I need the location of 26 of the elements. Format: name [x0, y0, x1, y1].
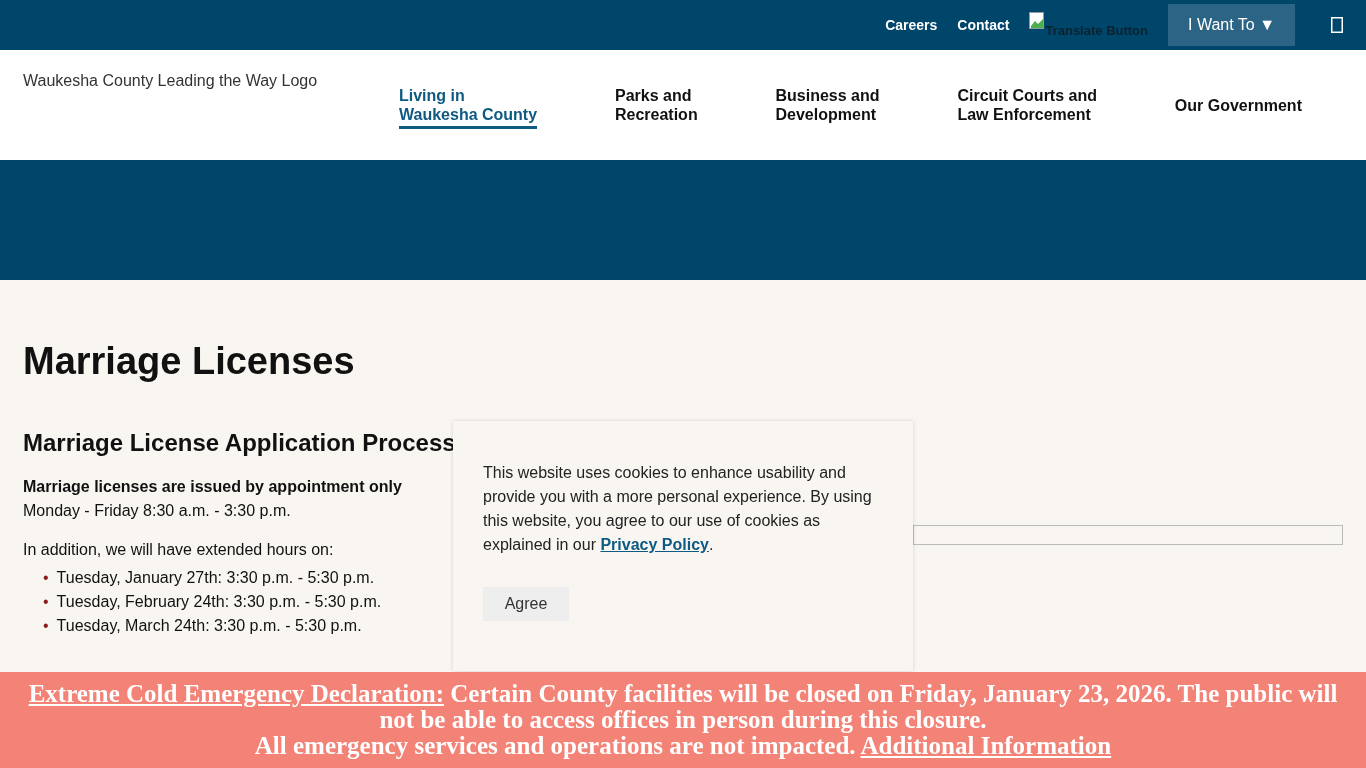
top-link[interactable]: Careers — [885, 17, 938, 33]
date-item: Tuesday, January 27th: 3:30 p.m. - 5:30 p.m. — [56, 568, 375, 588]
top-link[interactable]: Contact — [957, 17, 1010, 33]
cookie-text: This website uses cookies to enhance usability and provide you with a more personal experience. By using this website, you agree to our use of cookies as explained in our Privacy Policy. — [483, 463, 873, 555]
nav-link[interactable]: Business and Development — [775, 86, 880, 129]
intro-text: In addition, we will have extended hours on: — [23, 540, 334, 560]
broken-image-icon — [1029, 12, 1046, 30]
privacy-policy-link[interactable]: Privacy Policy — [600, 536, 709, 553]
page-title: Marriage Licenses — [23, 340, 356, 383]
bullet-marker: • — [43, 568, 49, 588]
hours-text: Monday - Friday 8:30 a.m. - 3:30 p.m. — [23, 501, 291, 521]
square-icon[interactable] — [1331, 17, 1343, 33]
nav-link[interactable]: Living in Waukesha County — [399, 86, 538, 129]
section-heading: Marriage License Application Process — [23, 429, 457, 457]
date-item: Tuesday, February 24th: 3:30 p.m. - 5:30 p.m. — [56, 592, 382, 612]
nav-link[interactable]: Parks and Recreation — [614, 86, 698, 129]
bullet-marker: • — [43, 616, 49, 636]
nav-link[interactable]: Circuit Courts and Law Enforcement — [957, 86, 1097, 129]
agree-button[interactable]: Agree — [483, 587, 569, 621]
bold-note: Marriage licenses are issued by appointment only — [23, 477, 402, 497]
logo-alt-text[interactable]: Waukesha County Leading the Way Logo — [23, 72, 377, 160]
bullet-marker: • — [43, 592, 49, 612]
date-item: Tuesday, March 24th: 3:30 p.m. - 5:30 p.m. — [56, 616, 362, 636]
alert-text: Extreme Cold Emergency Declaration: Certain County facilities will be closed on Friday, January 23, 2026. The public will not be able to access offices in person during this closure. All emergency services and operations are not impacted. Additional Information — [27, 681, 1339, 759]
nav-link[interactable]: Our Government — [1174, 95, 1302, 120]
i-want-to-button[interactable]: I Want To ▼ — [1168, 4, 1295, 46]
